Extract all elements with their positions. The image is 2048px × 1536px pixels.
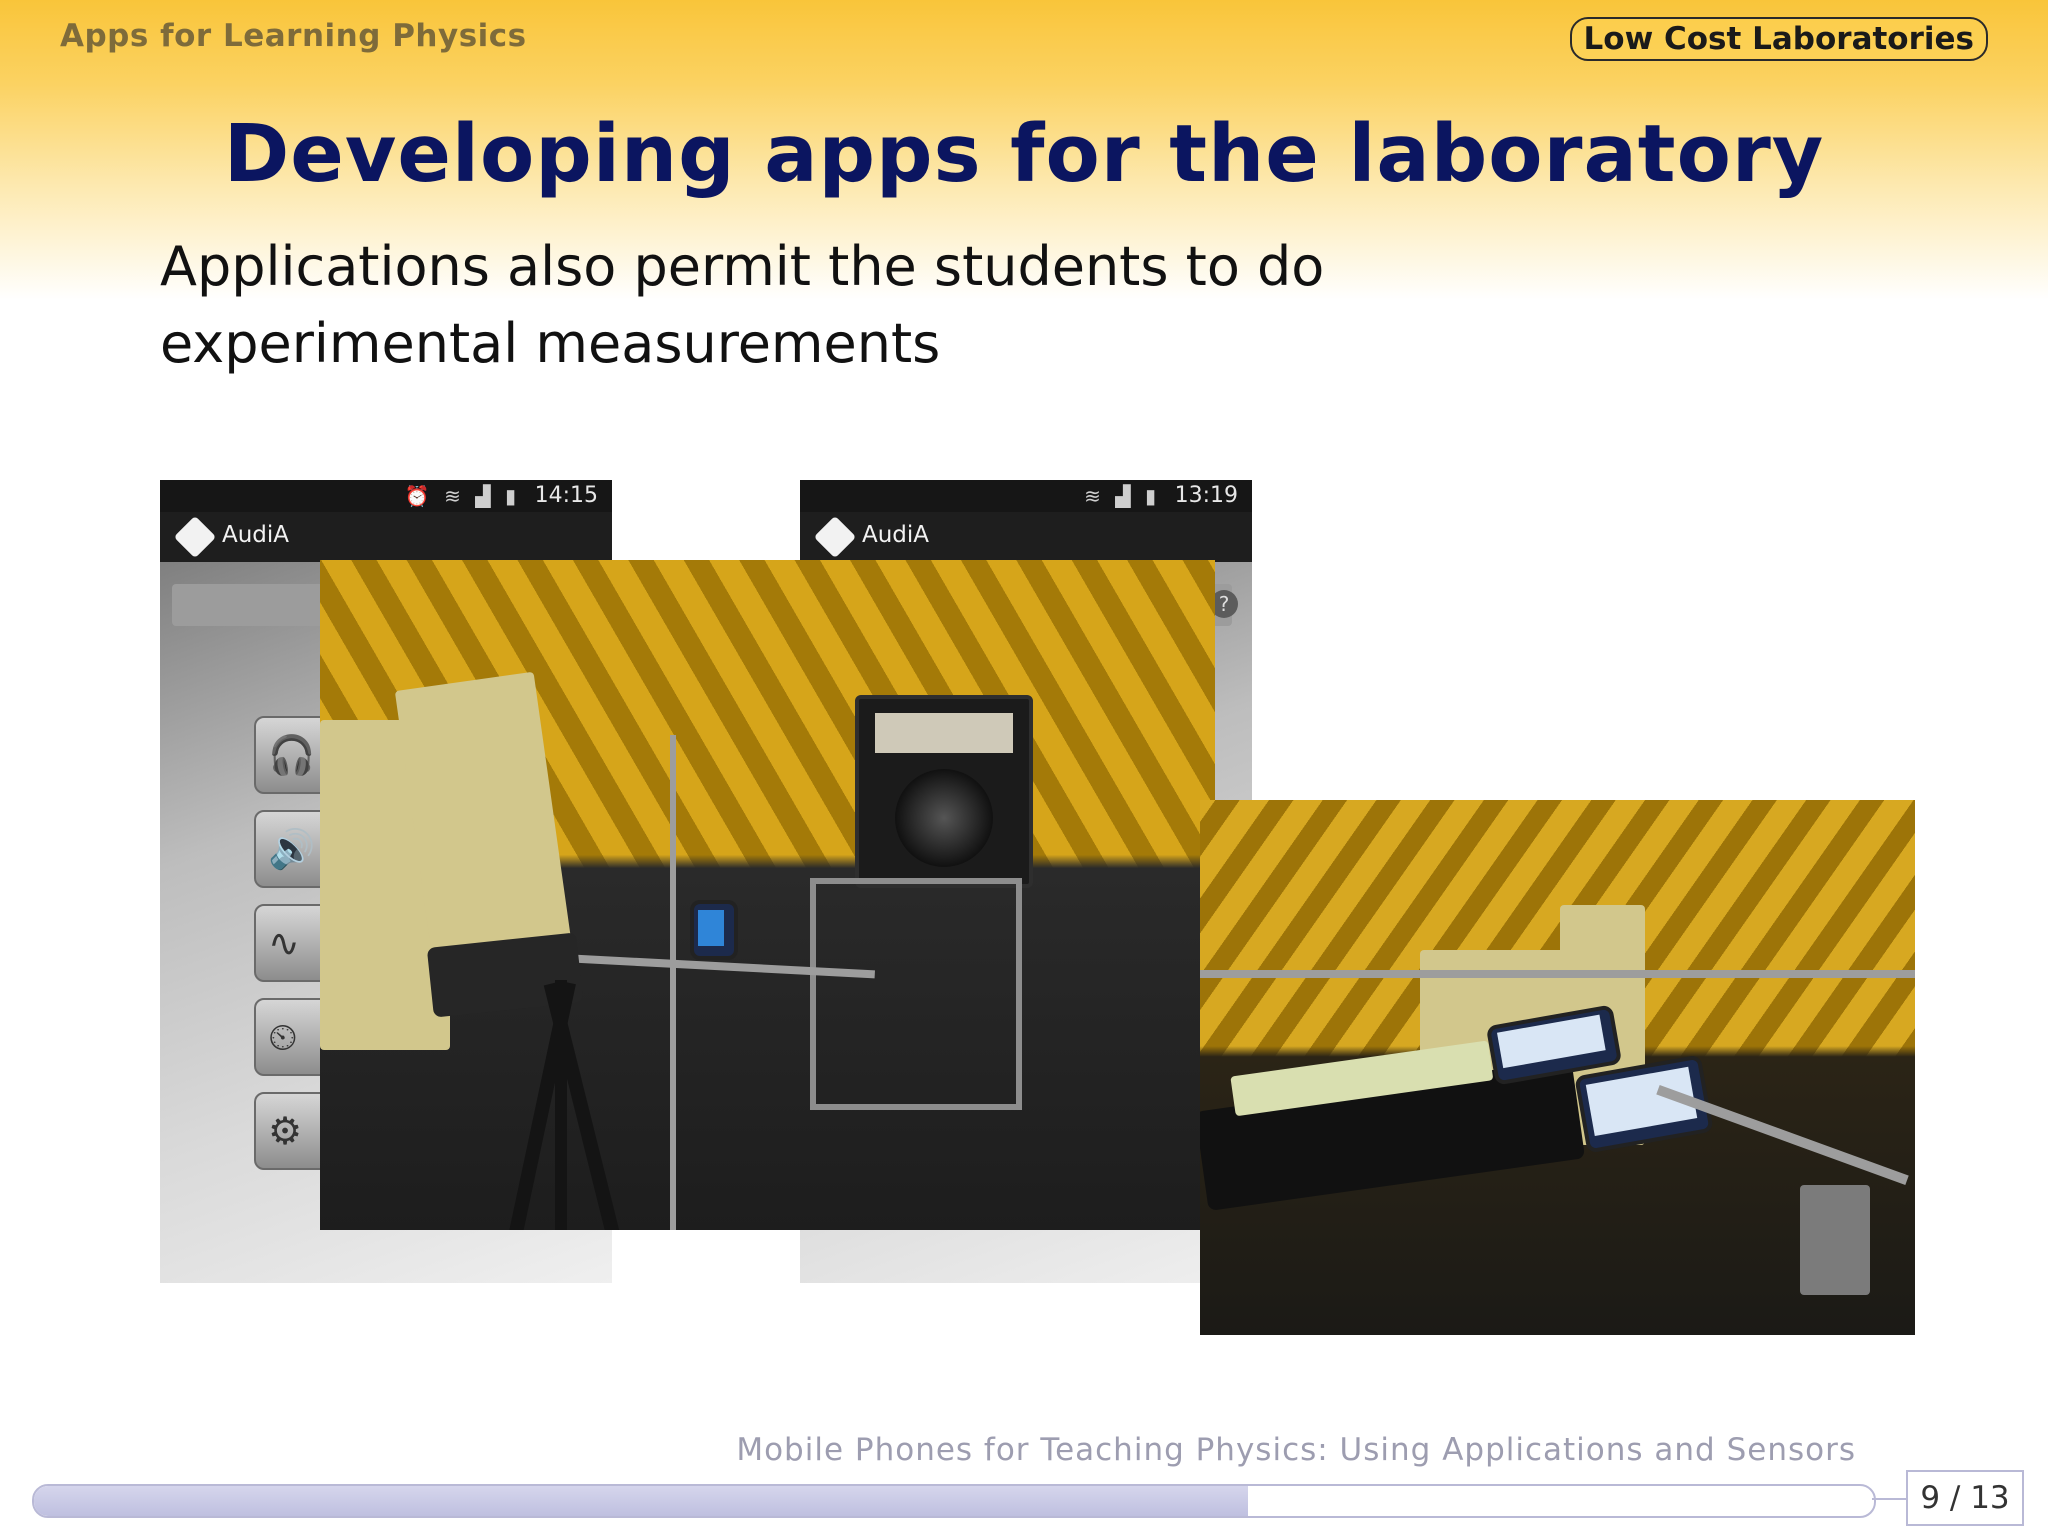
status-bar: ⏰ ≋ ▟ ▮ 14:15 xyxy=(160,480,612,512)
anechoic-chamber-rail-photo xyxy=(1200,800,1915,1335)
status-icons: ⏰ ≋ ▟ ▮ xyxy=(404,484,520,508)
presentation-title: Mobile Phones for Teaching Physics: Usin… xyxy=(736,1432,1856,1468)
page-number: 9 / 13 xyxy=(1906,1470,2024,1526)
app-name: AudiA xyxy=(862,522,930,548)
stand-rod xyxy=(670,735,676,1230)
anechoic-chamber-speaker-photo xyxy=(320,560,1215,1230)
mounted-phone xyxy=(690,900,738,960)
status-icons: ≋ ▟ ▮ xyxy=(1084,484,1160,508)
horizontal-rod xyxy=(1200,970,1915,978)
app-action-bar: AudiA xyxy=(160,512,612,562)
app-action-bar: AudiA xyxy=(800,512,1252,562)
status-clock: 13:19 xyxy=(1174,483,1238,508)
sound-level-meter xyxy=(1200,1040,1586,1211)
status-clock: 14:15 xyxy=(534,483,598,508)
app-logo-icon xyxy=(813,515,857,559)
section-title-right[interactable]: Low Cost Laboratories xyxy=(1569,17,1988,61)
speaker xyxy=(855,695,1033,888)
progress-fill xyxy=(34,1486,1249,1516)
progress-bar[interactable] xyxy=(32,1484,1876,1518)
cart xyxy=(810,878,1022,1110)
slide-title: Developing apps for the laboratory xyxy=(223,108,1825,200)
clamp xyxy=(1800,1185,1870,1295)
status-bar: ≋ ▟ ▮ 13:19 xyxy=(800,480,1252,512)
speaker-cone xyxy=(895,769,993,867)
app-name: AudiA xyxy=(222,522,290,548)
tripod-leg xyxy=(555,980,567,1230)
angled-rod xyxy=(1656,1084,1909,1186)
app-logo-icon xyxy=(173,515,217,559)
section-title-left[interactable]: Apps for Learning Physics xyxy=(60,18,527,54)
progress-connector xyxy=(1872,1498,1906,1500)
slide-body-text: Applications also permit the students to… xyxy=(160,235,1325,375)
